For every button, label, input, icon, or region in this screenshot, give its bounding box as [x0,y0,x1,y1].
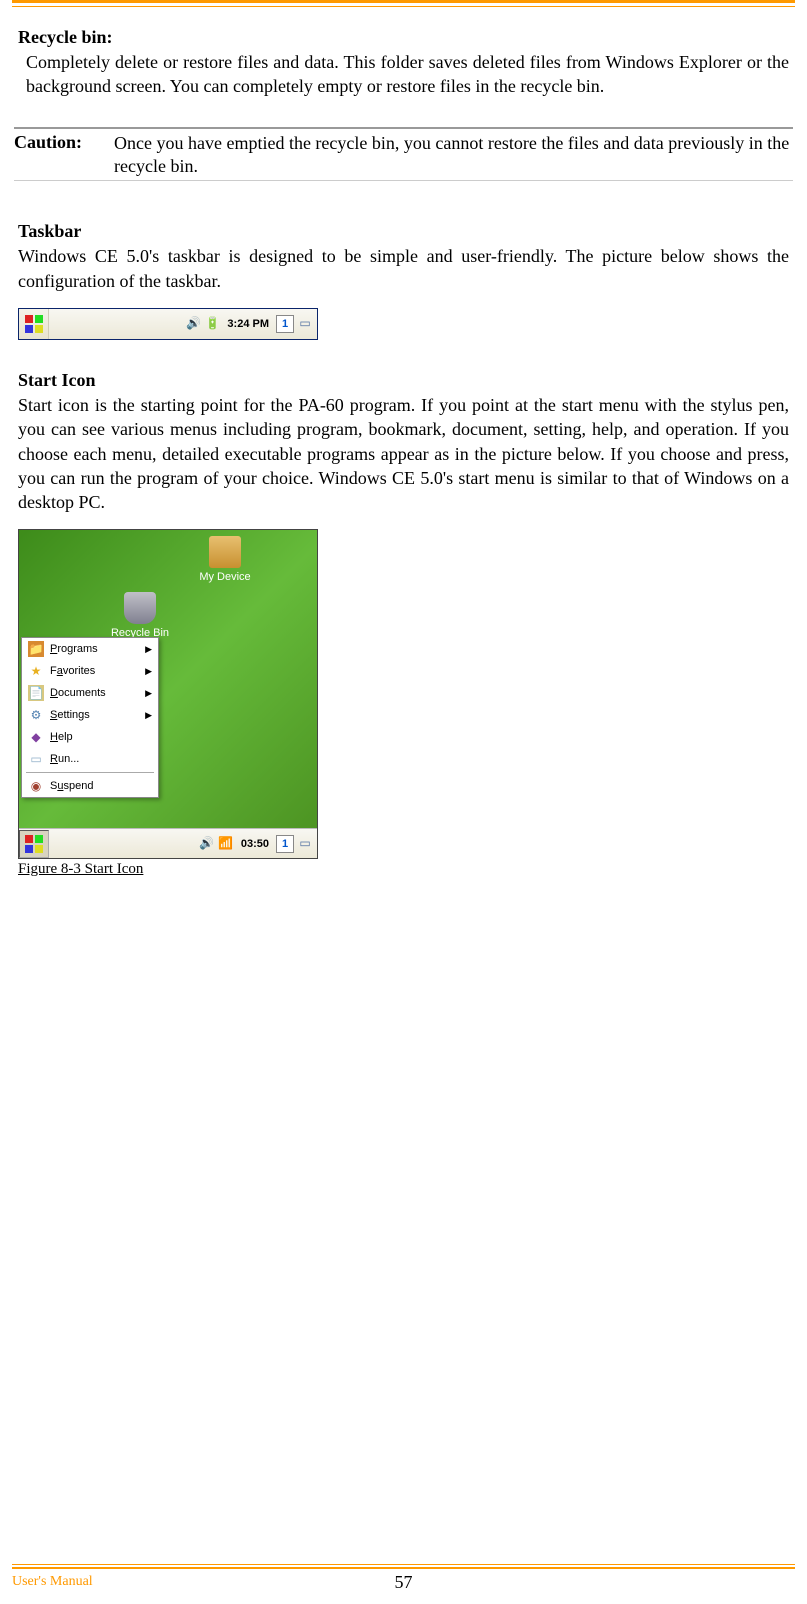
desktop-icon-recyclebin[interactable]: Recycle Bin [104,592,176,639]
system-tray: 🔊 📶 03:50 1 ▭ [199,835,317,853]
desktop-icon[interactable]: ▭ [297,316,313,332]
menu-favorites-label: Favorites [50,665,95,677]
caution-top-line [14,127,793,129]
desktop-icon-mydevice[interactable]: My Device [189,536,261,583]
caution-box: Caution: Once you have emptied the recyc… [14,127,793,182]
mydevice-label: My Device [199,571,250,583]
programs-icon: 📁 [28,641,44,657]
recycle-bin-section: Recycle bin: Completely delete or restor… [12,27,795,99]
starticon-section: Start Icon Start icon is the starting po… [12,370,795,878]
menu-settings[interactable]: ⚙ Settings ▶ [22,704,158,726]
chevron-right-icon: ▶ [145,710,152,721]
menu-help-label: Help [50,731,73,743]
footer-line [12,1564,795,1569]
top-border [12,0,795,7]
clock[interactable]: 03:50 [237,838,273,850]
chevron-right-icon: ▶ [145,688,152,699]
menu-suspend[interactable]: ◉ Suspend [22,775,158,797]
mydevice-icon [209,536,241,568]
menu-documents[interactable]: 📄 Documents ▶ [22,682,158,704]
chevron-right-icon: ▶ [145,644,152,655]
menu-programs-label: Programs [50,643,98,655]
suspend-icon: ◉ [28,778,44,794]
footer-row: User's Manual 57 [12,1574,795,1590]
caution-label: Caution: [14,132,114,179]
page-number: 57 [395,1572,413,1593]
desktop-area: My Device Recycle Bin 📁 Programs ▶ ★ Fav… [19,530,317,828]
figure-caption: Figure 8-3 Start Icon [18,861,789,878]
documents-icon: 📄 [28,685,44,701]
menu-documents-label: Documents [50,687,106,699]
start-button-pressed[interactable] [19,830,49,858]
starticon-heading: Start Icon [18,370,789,391]
settings-icon: ⚙ [28,707,44,723]
menu-run[interactable]: ▭ Run... [22,748,158,770]
menu-help[interactable]: ◆ Help [22,726,158,748]
taskbar-image: 🔊 🔋 3:24 PM 1 ▭ [18,308,318,340]
caution-text: Once you have emptied the recycle bin, y… [114,132,793,179]
footer: User's Manual 57 [12,1564,795,1590]
volume-icon[interactable]: 🔊 [185,316,201,332]
clock[interactable]: 3:24 PM [223,318,273,330]
recycle-bin-heading: Recycle bin: [18,27,789,48]
menu-settings-label: Settings [50,709,90,721]
desktop-icon[interactable]: ▭ [297,836,313,852]
start-button[interactable] [19,309,49,339]
windows-flag-icon [25,315,43,333]
help-icon: ◆ [28,729,44,745]
network-icon[interactable]: 📶 [218,836,234,852]
starticon-text: Start icon is the starting point for the… [18,393,789,514]
menu-favorites[interactable]: ★ Favorites ▶ [22,660,158,682]
taskbar-heading: Taskbar [18,221,789,242]
menu-suspend-label: Suspend [50,780,93,792]
run-icon: ▭ [28,751,44,767]
footer-label: User's Manual [12,1574,93,1590]
startmenu-screenshot: My Device Recycle Bin 📁 Programs ▶ ★ Fav… [18,529,318,859]
battery-icon[interactable]: 🔋 [204,316,220,332]
caution-row: Caution: Once you have emptied the recyc… [14,130,793,182]
favorites-icon: ★ [28,663,44,679]
system-tray: 🔊 🔋 3:24 PM 1 ▭ [185,315,317,333]
windows-flag-icon [25,835,43,853]
start-menu-popup: 📁 Programs ▶ ★ Favorites ▶ 📄 Documents ▶… [21,637,159,798]
menu-run-label: Run... [50,753,79,765]
recyclebin-icon [124,592,156,624]
volume-icon[interactable]: 🔊 [199,836,215,852]
input-indicator[interactable]: 1 [276,835,294,853]
menu-divider [26,772,154,773]
menu-programs[interactable]: 📁 Programs ▶ [22,638,158,660]
startmenu-taskbar: 🔊 📶 03:50 1 ▭ [19,828,317,858]
taskbar-section: Taskbar Windows CE 5.0's taskbar is desi… [12,221,795,340]
chevron-right-icon: ▶ [145,666,152,677]
recycle-bin-text: Completely delete or restore files and d… [18,50,789,99]
taskbar-text: Windows CE 5.0's taskbar is designed to … [18,244,789,293]
input-indicator[interactable]: 1 [276,315,294,333]
